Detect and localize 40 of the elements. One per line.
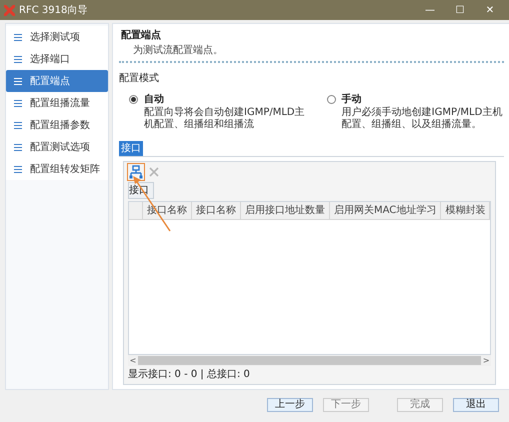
sidebar-item[interactable]: 配置测试选项 [6, 136, 108, 158]
list-icon [14, 122, 22, 128]
scroll-right-arrow[interactable]: > [481, 354, 492, 366]
grid-status: 显示接口: 0 - 0 | 总接口: 0 [127, 368, 251, 382]
option-label: 自动 [144, 92, 164, 106]
maximize-button[interactable]: ☐ [445, 2, 475, 18]
option-label: 手动 [342, 92, 362, 106]
radio-button[interactable] [129, 95, 138, 104]
back-button[interactable]: 上一步 [267, 398, 313, 412]
scrollbar-thumb[interactable] [138, 356, 482, 365]
list-icon [14, 166, 22, 172]
exit-button[interactable]: 退出 [453, 398, 499, 412]
list-icon [14, 78, 22, 84]
column-header[interactable]: 启用网关MAC地址学习 [330, 202, 442, 219]
page-title: 配置端点 [120, 28, 162, 43]
list-icon [14, 34, 22, 40]
list-icon [14, 144, 22, 150]
option-description: 用户必须手动地创建IGMP/MLD主机配置、组播组、以及组播流量。 [340, 107, 504, 131]
mode-label: 配置模式 [119, 72, 160, 86]
window-title: RFC 3918向导 [19, 4, 88, 18]
sidebar-item[interactable]: 选择端口 [6, 48, 108, 70]
list-icon [14, 56, 22, 62]
sidebar-item[interactable]: 配置组播流量 [6, 92, 108, 114]
option-description: 配置向导将会自动创建IGMP/MLD主机配置、组播组和组播流 [143, 107, 306, 131]
radio-button[interactable] [326, 95, 336, 104]
list-icon [14, 100, 22, 106]
interface-tab[interactable]: 接口 [119, 141, 143, 156]
sidebar-item[interactable]: 配置组转发矩阵 [6, 158, 108, 180]
minimize-button[interactable]: — [415, 2, 445, 18]
sidebar-item[interactable]: 选择测试项 [6, 26, 108, 48]
column-header[interactable]: 启用接口地址数量 [241, 202, 330, 219]
column-header[interactable]: 接口名称 [192, 202, 241, 219]
column-header[interactable]: 模糊封装 [441, 202, 490, 219]
page-subtitle: 为测试流配置端点。 [132, 44, 224, 58]
app-logo-icon [4, 4, 15, 16]
sidebar-item[interactable]: 配置端点 [6, 70, 108, 92]
scroll-left-arrow[interactable]: < [128, 354, 138, 366]
close-button[interactable]: ✕ [475, 2, 505, 18]
sidebar-item[interactable]: 配置组播参数 [6, 114, 108, 136]
add-interface-button[interactable] [129, 165, 143, 179]
